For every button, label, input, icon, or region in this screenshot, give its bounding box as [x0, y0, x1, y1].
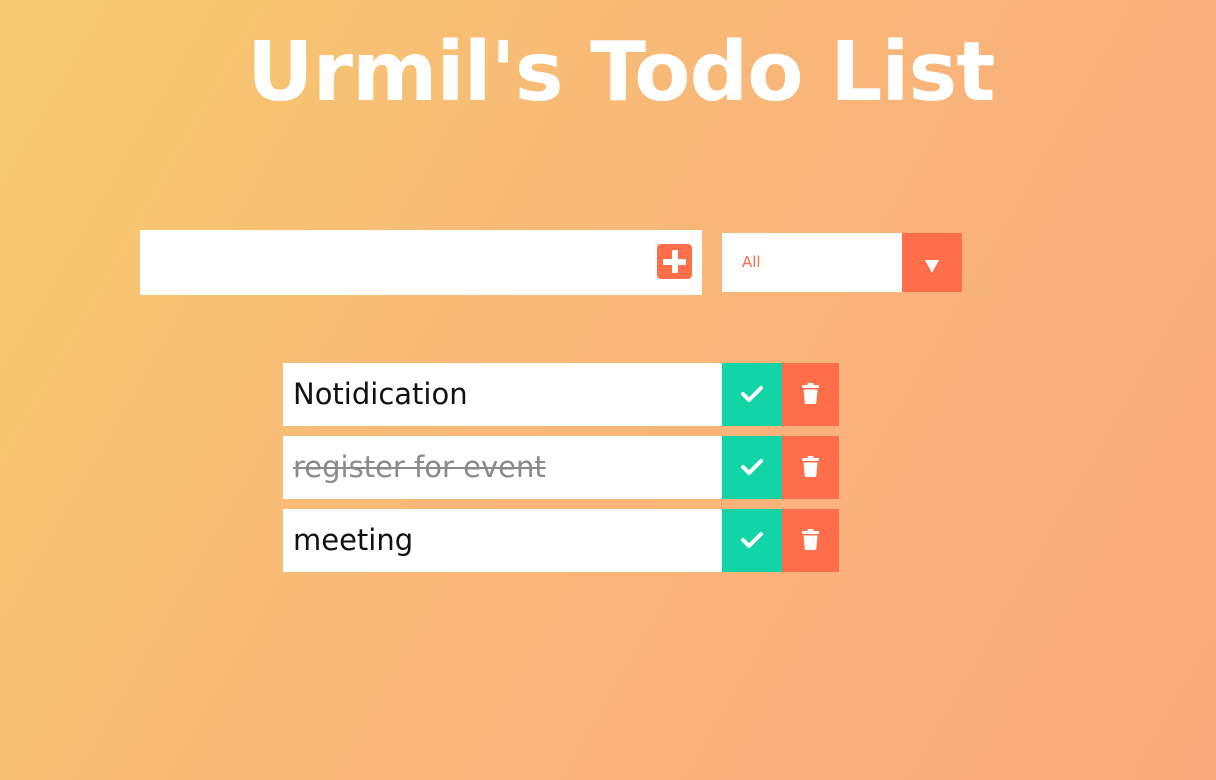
- delete-button[interactable]: [782, 509, 839, 572]
- filter-select[interactable]: All: [722, 233, 962, 292]
- check-icon: [741, 386, 763, 402]
- add-todo-button[interactable]: [657, 244, 692, 279]
- page-title: Urmil's Todo List: [247, 25, 995, 120]
- todo-input[interactable]: [140, 230, 640, 295]
- delete-button[interactable]: [782, 363, 839, 426]
- filter-dropdown-button[interactable]: [902, 233, 962, 292]
- complete-button[interactable]: [722, 509, 782, 572]
- complete-button[interactable]: [722, 436, 782, 499]
- trash-icon: [802, 383, 819, 404]
- todo-form: [140, 230, 702, 295]
- check-icon: [741, 532, 763, 548]
- todo-item: meeting: [283, 509, 839, 572]
- caret-down-icon: [925, 260, 939, 273]
- trash-icon: [802, 456, 819, 477]
- todo-item: Notidication: [283, 363, 839, 426]
- todo-item-text: register for event: [293, 450, 546, 484]
- todo-list: Notidication register for event meeting: [283, 363, 839, 582]
- trash-icon: [802, 529, 819, 550]
- delete-button[interactable]: [782, 436, 839, 499]
- todo-item-text: Notidication: [293, 377, 468, 411]
- filter-selected-value: All: [742, 253, 761, 271]
- check-icon: [741, 459, 763, 475]
- todo-item-text: meeting: [293, 523, 414, 557]
- todo-item: register for event: [283, 436, 839, 499]
- complete-button[interactable]: [722, 363, 782, 426]
